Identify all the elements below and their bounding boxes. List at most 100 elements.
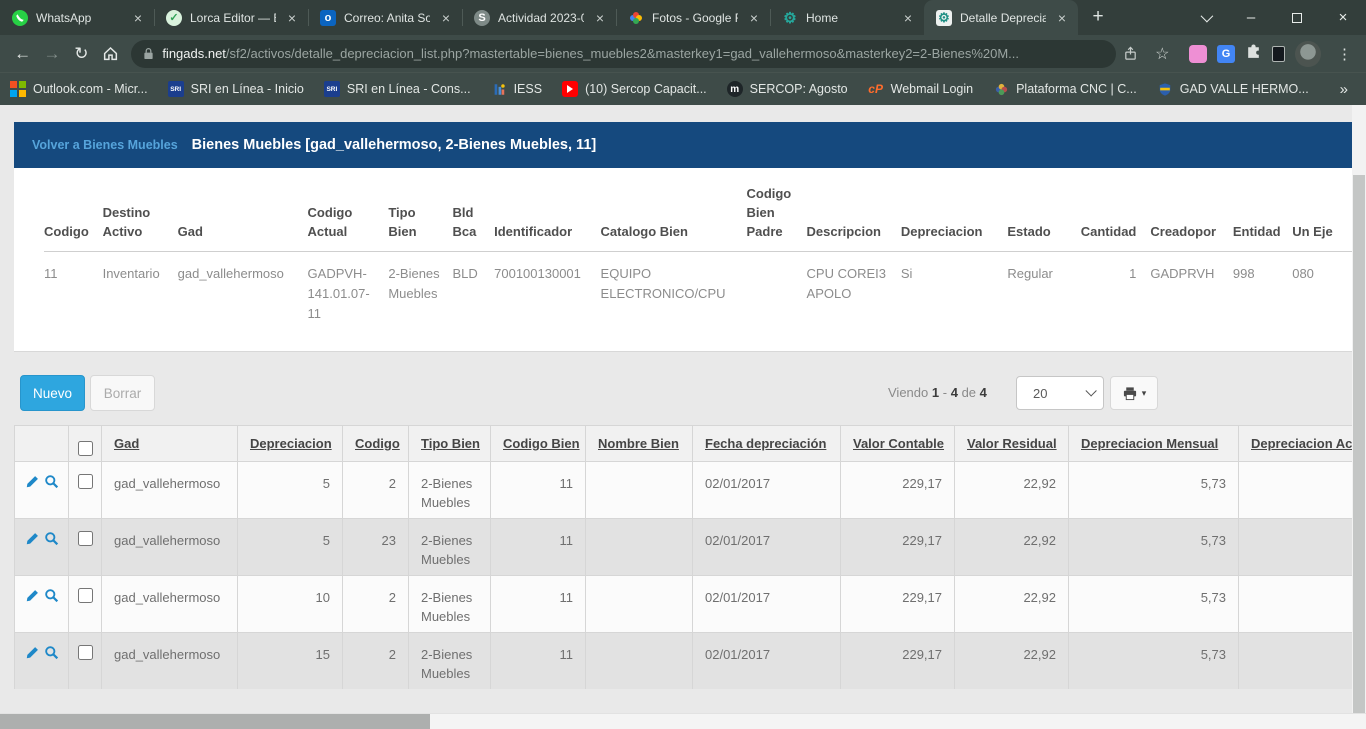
bookmark-sercop-agosto[interactable]: m SERCOP: Agosto <box>727 81 848 97</box>
tab-search-chevron-icon[interactable] <box>1182 0 1228 35</box>
bookmark-plataforma-cnc[interactable]: Plataforma CNC | C... <box>993 81 1137 97</box>
horizontal-scrollbar-thumb[interactable] <box>0 714 430 729</box>
extension-pink-icon[interactable] <box>1189 45 1207 63</box>
back-to-bienes-muebles-link[interactable]: Volver a Bienes Muebles <box>32 138 178 152</box>
horizontal-scrollbar[interactable] <box>0 713 1366 729</box>
tab-actividad[interactable]: S Actividad 2023-0 × <box>462 0 616 35</box>
forward-icon[interactable]: → <box>37 39 66 69</box>
master-creadopor: GADPRVH <box>1150 252 1232 325</box>
tab-close-icon[interactable]: × <box>900 10 916 26</box>
home-icon[interactable] <box>96 39 125 69</box>
vertical-scrollbar-thumb[interactable] <box>1353 175 1365 713</box>
window-minimize-button[interactable]: – <box>1228 0 1274 35</box>
cell-valor-contable: 229,17 <box>841 633 955 690</box>
master-header-row: Codigo Destino Activo Gad Codigo Actual … <box>44 178 1352 252</box>
chevron-down-icon <box>1085 385 1096 396</box>
tab-close-icon[interactable]: × <box>1054 10 1070 26</box>
page-size-select[interactable]: 20 <box>1016 376 1104 410</box>
tab-fotos[interactable]: Fotos - Google F × <box>616 0 770 35</box>
bookmark-sri-inicio[interactable]: SRI SRI en Línea - Inicio <box>168 81 304 97</box>
scrollbar-corner <box>1352 714 1366 729</box>
sort-depreciacion[interactable]: Depreciacion <box>250 436 332 451</box>
cell-codigo-bien: 11 <box>491 519 586 576</box>
row-checkbox[interactable] <box>78 645 93 660</box>
sort-gad[interactable]: Gad <box>114 436 139 451</box>
edit-pencil-icon[interactable] <box>25 474 40 489</box>
sri-icon: SRI <box>324 81 340 97</box>
cell-depreciacion: 10 <box>238 576 343 633</box>
bookmark-star-icon[interactable]: ☆ <box>1148 39 1177 69</box>
tab-close-icon[interactable]: × <box>130 10 146 26</box>
master-bld-bca: BLD <box>452 252 494 325</box>
master-cantidad: 1 <box>1081 252 1151 325</box>
nuevo-button[interactable]: Nuevo <box>20 375 85 411</box>
cell-valor-residual: 22,92 <box>955 519 1069 576</box>
sri-icon: SRI <box>168 81 184 97</box>
google-photos-icon <box>628 10 644 26</box>
chrome-menu-icon[interactable]: ⋮ <box>1331 45 1358 63</box>
cell-gad: gad_vallehermoso <box>102 519 238 576</box>
sort-fecha-depreciacion[interactable]: Fecha depreciación <box>705 436 826 451</box>
share-icon[interactable] <box>1116 39 1145 69</box>
detail-header-row: Gad Depreciacion Codigo Tipo Bien Codigo… <box>15 426 1353 462</box>
cell-valor-residual: 22,92 <box>955 576 1069 633</box>
tab-correo[interactable]: o Correo: Anita Sos × <box>308 0 462 35</box>
new-tab-button[interactable]: + <box>1084 3 1112 31</box>
tab-close-icon[interactable]: × <box>438 10 454 26</box>
tab-lorca[interactable]: ✓ Lorca Editor — El × <box>154 0 308 35</box>
extension-dark-icon[interactable] <box>1272 46 1285 62</box>
sort-codigo[interactable]: Codigo <box>355 436 400 451</box>
bookmarks-overflow-icon[interactable]: » <box>1340 81 1356 98</box>
print-button[interactable]: ▾ <box>1110 376 1158 410</box>
bookmark-gad-vallehermoso[interactable]: GAD VALLE HERMO... <box>1157 81 1309 97</box>
bookmark-webmail[interactable]: cP Webmail Login <box>868 81 973 97</box>
sort-depreciacion-mensual[interactable]: Depreciacion Mensual <box>1081 436 1218 451</box>
bookmark-iess[interactable]: IESS <box>491 81 543 97</box>
cell-gad: gad_vallehermoso <box>102 633 238 690</box>
reload-icon[interactable]: ↻ <box>67 39 96 69</box>
edit-pencil-icon[interactable] <box>25 645 40 660</box>
bookmark-sri-consultas[interactable]: SRI SRI en Línea - Cons... <box>324 81 471 97</box>
sort-tipo-bien[interactable]: Tipo Bien <box>421 436 480 451</box>
view-magnifier-icon[interactable] <box>44 531 59 546</box>
extensions-area: G ⋮ <box>1189 41 1358 67</box>
window-restore-button[interactable] <box>1274 0 1320 35</box>
sort-valor-contable[interactable]: Valor Contable <box>853 436 944 451</box>
window-close-button[interactable]: × <box>1320 0 1366 35</box>
vertical-scrollbar[interactable] <box>1352 105 1366 713</box>
back-icon[interactable]: ← <box>8 39 37 69</box>
tab-whatsapp[interactable]: WhatsApp × <box>0 0 154 35</box>
cell-valor-residual: 22,92 <box>955 462 1069 519</box>
address-bar[interactable]: fingads.net/sf2/activos/detalle_deprecia… <box>131 40 1116 68</box>
sort-depreciacion-acumulada[interactable]: Depreciacion Acumulada <box>1251 436 1352 451</box>
sort-nombre-bien[interactable]: Nombre Bien <box>598 436 679 451</box>
bookmark-outlook[interactable]: Outlook.com - Micr... <box>10 81 148 97</box>
profile-avatar[interactable] <box>1295 41 1321 67</box>
tab-detalle-depreciacion-active[interactable]: ⚙ Detalle Depreciac × <box>924 0 1078 35</box>
gad-crest-icon <box>1157 81 1173 97</box>
master-tipo-bien: 2-Bienes Muebles <box>388 252 452 325</box>
cell-nombre-bien <box>586 576 693 633</box>
view-magnifier-icon[interactable] <box>44 474 59 489</box>
outlook-icon: o <box>320 10 336 26</box>
cell-fecha: 02/01/2017 <box>693 576 841 633</box>
sort-valor-residual[interactable]: Valor Residual <box>967 436 1057 451</box>
whatsapp-icon <box>12 10 28 26</box>
tab-close-icon[interactable]: × <box>592 10 608 26</box>
bookmark-sercop-youtube[interactable]: (10) Sercop Capacit... <box>562 81 707 97</box>
tab-home[interactable]: ⚙ Home × <box>770 0 924 35</box>
borrar-button[interactable]: Borrar <box>90 375 155 411</box>
tab-close-icon[interactable]: × <box>284 10 300 26</box>
view-magnifier-icon[interactable] <box>44 645 59 660</box>
row-checkbox[interactable] <box>78 531 93 546</box>
edit-pencil-icon[interactable] <box>25 531 40 546</box>
row-checkbox[interactable] <box>78 588 93 603</box>
tab-close-icon[interactable]: × <box>746 10 762 26</box>
row-checkbox[interactable] <box>78 474 93 489</box>
view-magnifier-icon[interactable] <box>44 588 59 603</box>
select-all-checkbox[interactable] <box>78 441 93 456</box>
edit-pencil-icon[interactable] <box>25 588 40 603</box>
translate-extension-icon[interactable]: G <box>1217 45 1235 63</box>
puzzle-extensions-icon[interactable] <box>1245 43 1262 65</box>
sort-codigo-bien[interactable]: Codigo Bien <box>503 436 580 451</box>
